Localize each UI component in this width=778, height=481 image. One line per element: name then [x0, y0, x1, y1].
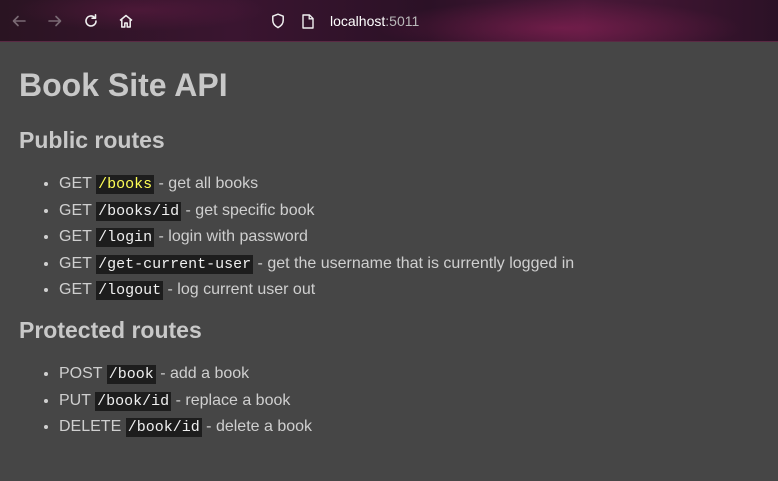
page-title: Book Site API — [19, 67, 228, 103]
reload-icon[interactable] — [81, 11, 101, 31]
list-item: DELETE /book/id - delete a book — [59, 414, 312, 441]
route-desc: - delete a book — [206, 418, 313, 435]
list-item: GET /logout - log current user out — [59, 277, 574, 304]
route-path: /book/id — [125, 418, 202, 437]
route-path: /get-current-user — [96, 254, 254, 274]
browser-toolbar: localhost:5011 — [0, 0, 778, 42]
route-path: /books/id — [96, 201, 182, 221]
route-desc: - get the username that is currently log… — [257, 254, 575, 272]
public-routes-heading: Public routes — [19, 127, 165, 153]
route-desc: - get all books — [158, 175, 259, 192]
page-icon — [300, 13, 316, 29]
route-method: GET — [59, 228, 92, 245]
url-host: localhost — [330, 13, 386, 29]
protected-routes-heading: Protected routes — [19, 317, 202, 343]
route-desc: - log current user out — [167, 281, 316, 298]
list-item: POST /book - add a book — [59, 361, 312, 388]
route-desc: - login with password — [158, 228, 308, 245]
route-method: PUT — [59, 391, 91, 409]
route-desc: - get specific book — [185, 201, 315, 219]
route-path: /logout — [96, 281, 164, 300]
back-arrow-icon[interactable] — [9, 11, 29, 31]
route-path: /books — [96, 175, 155, 194]
route-method: GET — [59, 175, 92, 192]
list-item: GET /get-current-user - get the username… — [59, 251, 574, 278]
url-bar[interactable]: localhost:5011 — [270, 11, 419, 31]
protected-routes-list: POST /book - add a book PUT /book/id - r… — [40, 361, 312, 441]
list-item: GET /login - login with password — [59, 224, 574, 251]
route-method: POST — [59, 365, 103, 382]
route-method: GET — [59, 254, 92, 272]
route-path: /book/id — [95, 391, 172, 411]
url-text[interactable]: localhost:5011 — [330, 13, 419, 29]
list-item: PUT /book/id - replace a book — [59, 388, 312, 415]
list-item: GET /books - get all books — [59, 171, 574, 198]
route-desc: - add a book — [160, 365, 250, 382]
shield-icon[interactable] — [270, 13, 286, 29]
route-method: DELETE — [59, 418, 122, 435]
forward-arrow-icon[interactable] — [45, 11, 65, 31]
public-routes-list: GET /books - get all books GET /books/id… — [40, 171, 574, 304]
route-method: GET — [59, 281, 92, 298]
route-desc: - replace a book — [175, 391, 291, 409]
route-path: /book — [106, 365, 156, 384]
url-port: :5011 — [385, 13, 420, 29]
route-path: /login — [96, 228, 155, 247]
home-icon[interactable] — [116, 11, 136, 31]
route-method: GET — [59, 201, 92, 219]
list-item: GET /books/id - get specific book — [59, 198, 574, 225]
